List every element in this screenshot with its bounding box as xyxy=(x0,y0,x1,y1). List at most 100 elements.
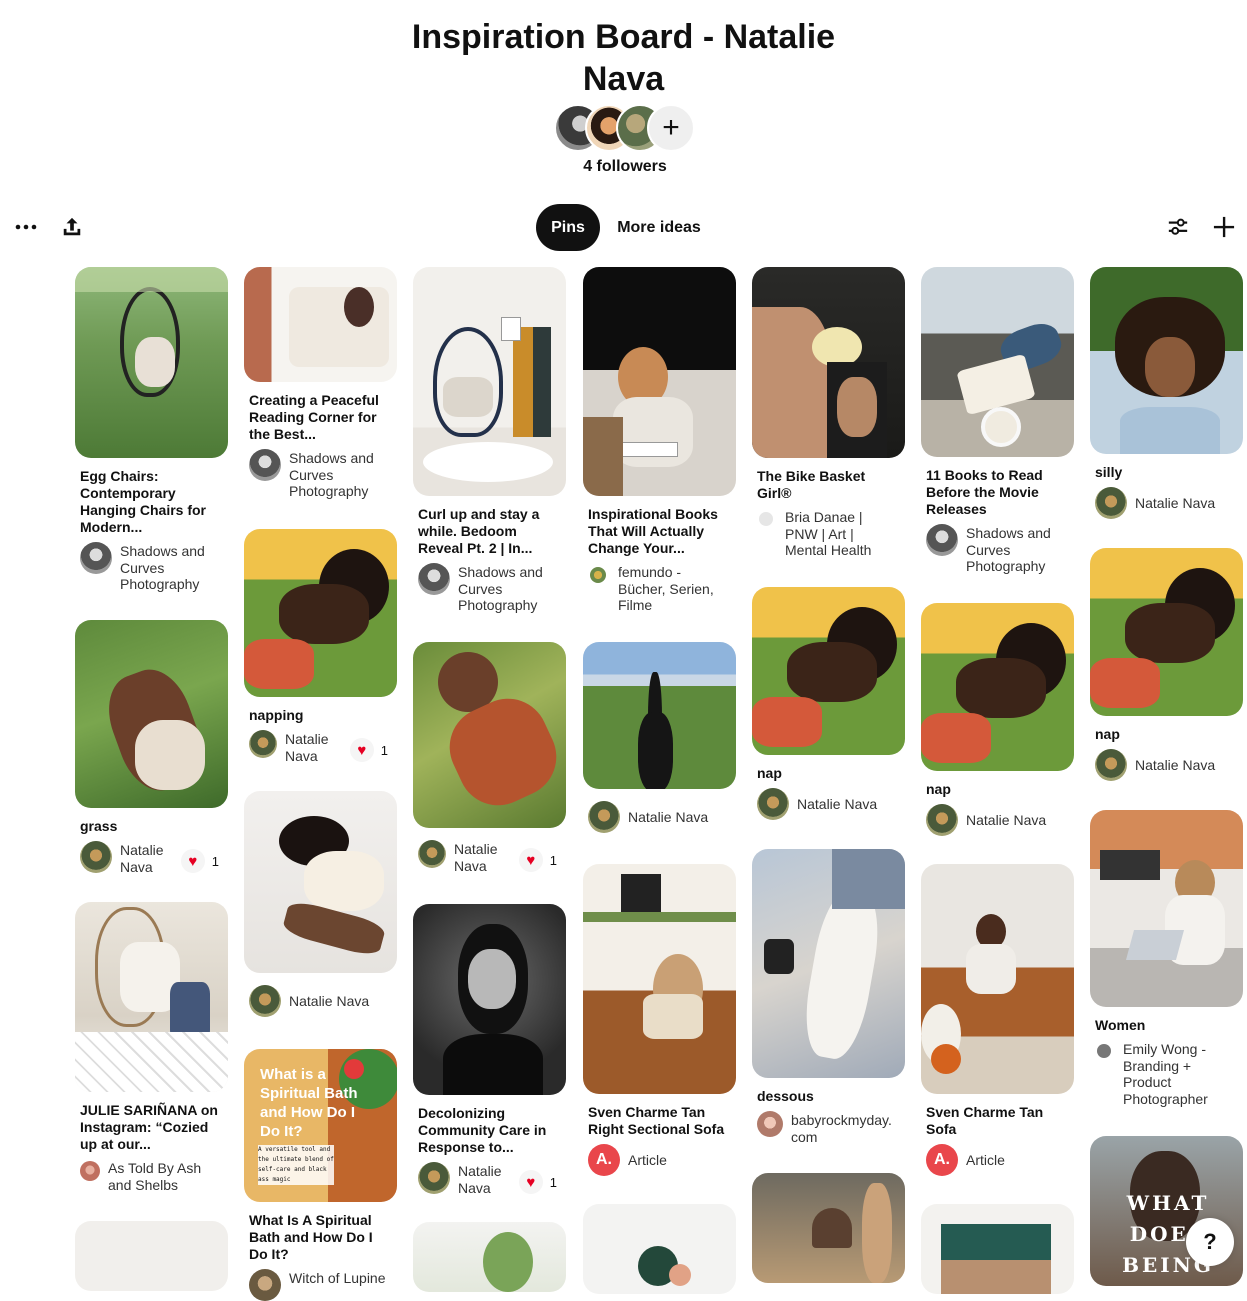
pin-author[interactable]: Natalie Nava ♥ 1 xyxy=(418,1162,561,1196)
author-name: Natalie Nava xyxy=(289,993,370,1010)
pin-card[interactable]: Sven Charme Tan Sofa A. Article xyxy=(921,864,1074,1176)
pin-title[interactable]: silly xyxy=(1095,464,1238,481)
pin-title[interactable]: Women xyxy=(1095,1017,1238,1034)
avatar xyxy=(759,512,773,526)
pin-image[interactable] xyxy=(1090,267,1243,454)
pin-author[interactable]: Natalie Nava ♥ 1 xyxy=(249,730,392,764)
pin-title[interactable]: Sven Charme Tan Right Sectional Sofa xyxy=(588,1104,731,1138)
pin-title[interactable]: The Bike Basket Girl® xyxy=(757,468,900,502)
pin-author[interactable]: A. Article xyxy=(588,1144,731,1176)
pin-image[interactable] xyxy=(921,267,1074,457)
pin-image[interactable] xyxy=(921,864,1074,1094)
pin-card[interactable]: Creating a Peaceful Reading Corner for t… xyxy=(244,267,397,500)
pin-image[interactable] xyxy=(244,267,397,382)
pin-author[interactable]: Shadows and Curves Photography xyxy=(249,449,392,500)
pin-title[interactable]: Curl up and stay a while. Bedoom Reveal … xyxy=(418,506,561,557)
pin-card[interactable]: What is a Spiritual Bath and How Do I Do… xyxy=(244,1049,397,1301)
pin-card[interactable]: Sven Charme Tan Right Sectional Sofa A. … xyxy=(583,864,736,1176)
pin-author[interactable]: Natalie Nava xyxy=(757,788,900,820)
pin-image[interactable] xyxy=(413,267,566,496)
pin-author[interactable]: Shadows and Curves Photography xyxy=(80,542,223,593)
pin-image[interactable] xyxy=(752,267,905,458)
pin-title[interactable]: What Is A Spiritual Bath and How Do I Do… xyxy=(249,1212,392,1263)
pin-title[interactable]: nap xyxy=(757,765,900,782)
pin-card[interactable]: Women Emily Wong - Branding + Product Ph… xyxy=(1090,810,1243,1107)
pin-author[interactable]: femundo - Bücher, Serien, Filme xyxy=(588,563,731,614)
pin-image[interactable] xyxy=(583,642,736,789)
pin-author[interactable]: Natalie Nava xyxy=(249,985,392,1017)
pin-card[interactable]: nap Natalie Nava xyxy=(921,603,1074,836)
pin-author[interactable]: babyrockmyday. com xyxy=(757,1111,900,1145)
pin-card[interactable]: Natalie Nava xyxy=(244,791,397,1017)
pin-title[interactable]: 11 Books to Read Before the Movie Releas… xyxy=(926,467,1069,518)
pin-title[interactable]: JULIE SARIÑANA on Instagram: “Cozied up … xyxy=(80,1102,223,1153)
pin-author[interactable]: Witch of Lupine xyxy=(249,1269,392,1301)
pin-card[interactable]: The Bike Basket Girl® Bria Danae | PNW |… xyxy=(752,267,905,559)
pin-title[interactable]: Inspirational Books That Will Actually C… xyxy=(588,506,731,557)
reaction-count[interactable]: ♥ 1 xyxy=(180,849,219,873)
pin-card[interactable] xyxy=(413,1222,566,1292)
pin-card[interactable]: Natalie Nava xyxy=(583,642,736,833)
pin-card[interactable]: dessous babyrockmyday. com xyxy=(752,849,905,1145)
pin-title[interactable]: Egg Chairs: Contemporary Hanging Chairs … xyxy=(80,468,223,536)
reaction-count[interactable]: ♥ 1 xyxy=(349,738,388,762)
pin-author[interactable]: A. Article xyxy=(926,1144,1069,1176)
pin-title[interactable]: dessous xyxy=(757,1088,900,1105)
pin-image[interactable] xyxy=(921,603,1074,771)
pin-card[interactable]: silly Natalie Nava xyxy=(1090,267,1243,519)
author-name: Natalie Nava xyxy=(1135,495,1216,512)
pin-author[interactable]: Natalie Nava xyxy=(1095,487,1238,519)
pin-image[interactable] xyxy=(752,849,905,1078)
pin-title[interactable]: grass xyxy=(80,818,223,835)
pin-author[interactable]: As Told By Ash and Shelbs xyxy=(80,1159,223,1193)
pin-author[interactable]: Bria Danae | PNW | Art | Mental Health xyxy=(757,508,900,559)
pin-image[interactable] xyxy=(413,642,566,828)
pin-image[interactable] xyxy=(583,267,736,496)
pin-card[interactable]: JULIE SARIÑANA on Instagram: “Cozied up … xyxy=(75,902,228,1193)
pin-image[interactable] xyxy=(413,1222,566,1292)
pin-image[interactable] xyxy=(244,791,397,973)
pin-image[interactable] xyxy=(1090,810,1243,1007)
pin-title[interactable]: nap xyxy=(1095,726,1238,743)
pin-title[interactable]: Sven Charme Tan Sofa xyxy=(926,1104,1069,1138)
pin-author[interactable]: Shadows and Curves Photography xyxy=(418,563,561,614)
pin-image[interactable] xyxy=(75,267,228,458)
pin-title[interactable]: Decolonizing Community Care in Response … xyxy=(418,1105,561,1156)
pin-image[interactable] xyxy=(1090,548,1243,716)
pin-card[interactable]: Egg Chairs: Contemporary Hanging Chairs … xyxy=(75,267,228,593)
pin-author[interactable]: Natalie Nava xyxy=(1095,749,1238,781)
avatar xyxy=(588,801,620,833)
pin-author[interactable]: Shadows and Curves Photography xyxy=(926,524,1069,575)
pin-card[interactable]: nap Natalie Nava xyxy=(752,587,905,820)
pin-card[interactable]: Decolonizing Community Care in Response … xyxy=(413,904,566,1196)
pin-card[interactable]: Inspirational Books That Will Actually C… xyxy=(583,267,736,614)
pin-image[interactable] xyxy=(583,864,736,1094)
pin-image[interactable] xyxy=(75,902,228,1092)
heart-icon: ♥ xyxy=(180,849,205,873)
pin-card[interactable] xyxy=(752,1173,905,1283)
pin-title[interactable]: napping xyxy=(249,707,392,724)
reaction-count[interactable]: ♥ 1 xyxy=(518,1170,557,1194)
pin-card[interactable]: 11 Books to Read Before the Movie Releas… xyxy=(921,267,1074,575)
pin-card[interactable]: grass Natalie Nava ♥ 1 xyxy=(75,620,228,875)
reaction-count[interactable]: ♥ 1 xyxy=(518,848,557,872)
pin-author[interactable]: Natalie Nava ♥ 1 xyxy=(418,840,561,874)
pin-card[interactable]: napping Natalie Nava ♥ 1 xyxy=(244,529,397,764)
pin-title[interactable]: Creating a Peaceful Reading Corner for t… xyxy=(249,392,392,443)
pin-card[interactable]: Natalie Nava ♥ 1 xyxy=(413,642,566,874)
pin-card[interactable]: Curl up and stay a while. Bedoom Reveal … xyxy=(413,267,566,614)
author-name: Shadows and Curves Photography xyxy=(966,525,1051,574)
pin-author[interactable]: Natalie Nava xyxy=(588,801,731,833)
pin-image[interactable] xyxy=(752,587,905,755)
pin-title[interactable]: nap xyxy=(926,781,1069,798)
pin-author[interactable]: Emily Wong - Branding + Product Photogra… xyxy=(1095,1040,1238,1107)
help-button[interactable]: ? xyxy=(1186,1218,1234,1266)
pin-image[interactable] xyxy=(244,529,397,697)
pin-author[interactable]: Natalie Nava xyxy=(926,804,1069,836)
pin-image[interactable] xyxy=(752,1173,905,1283)
pin-card[interactable]: nap Natalie Nava xyxy=(1090,548,1243,781)
pin-image[interactable]: What is a Spiritual Bath and How Do I Do… xyxy=(244,1049,397,1202)
pin-image[interactable] xyxy=(413,904,566,1095)
pin-author[interactable]: Natalie Nava ♥ 1 xyxy=(80,841,223,875)
pin-image[interactable] xyxy=(75,620,228,808)
